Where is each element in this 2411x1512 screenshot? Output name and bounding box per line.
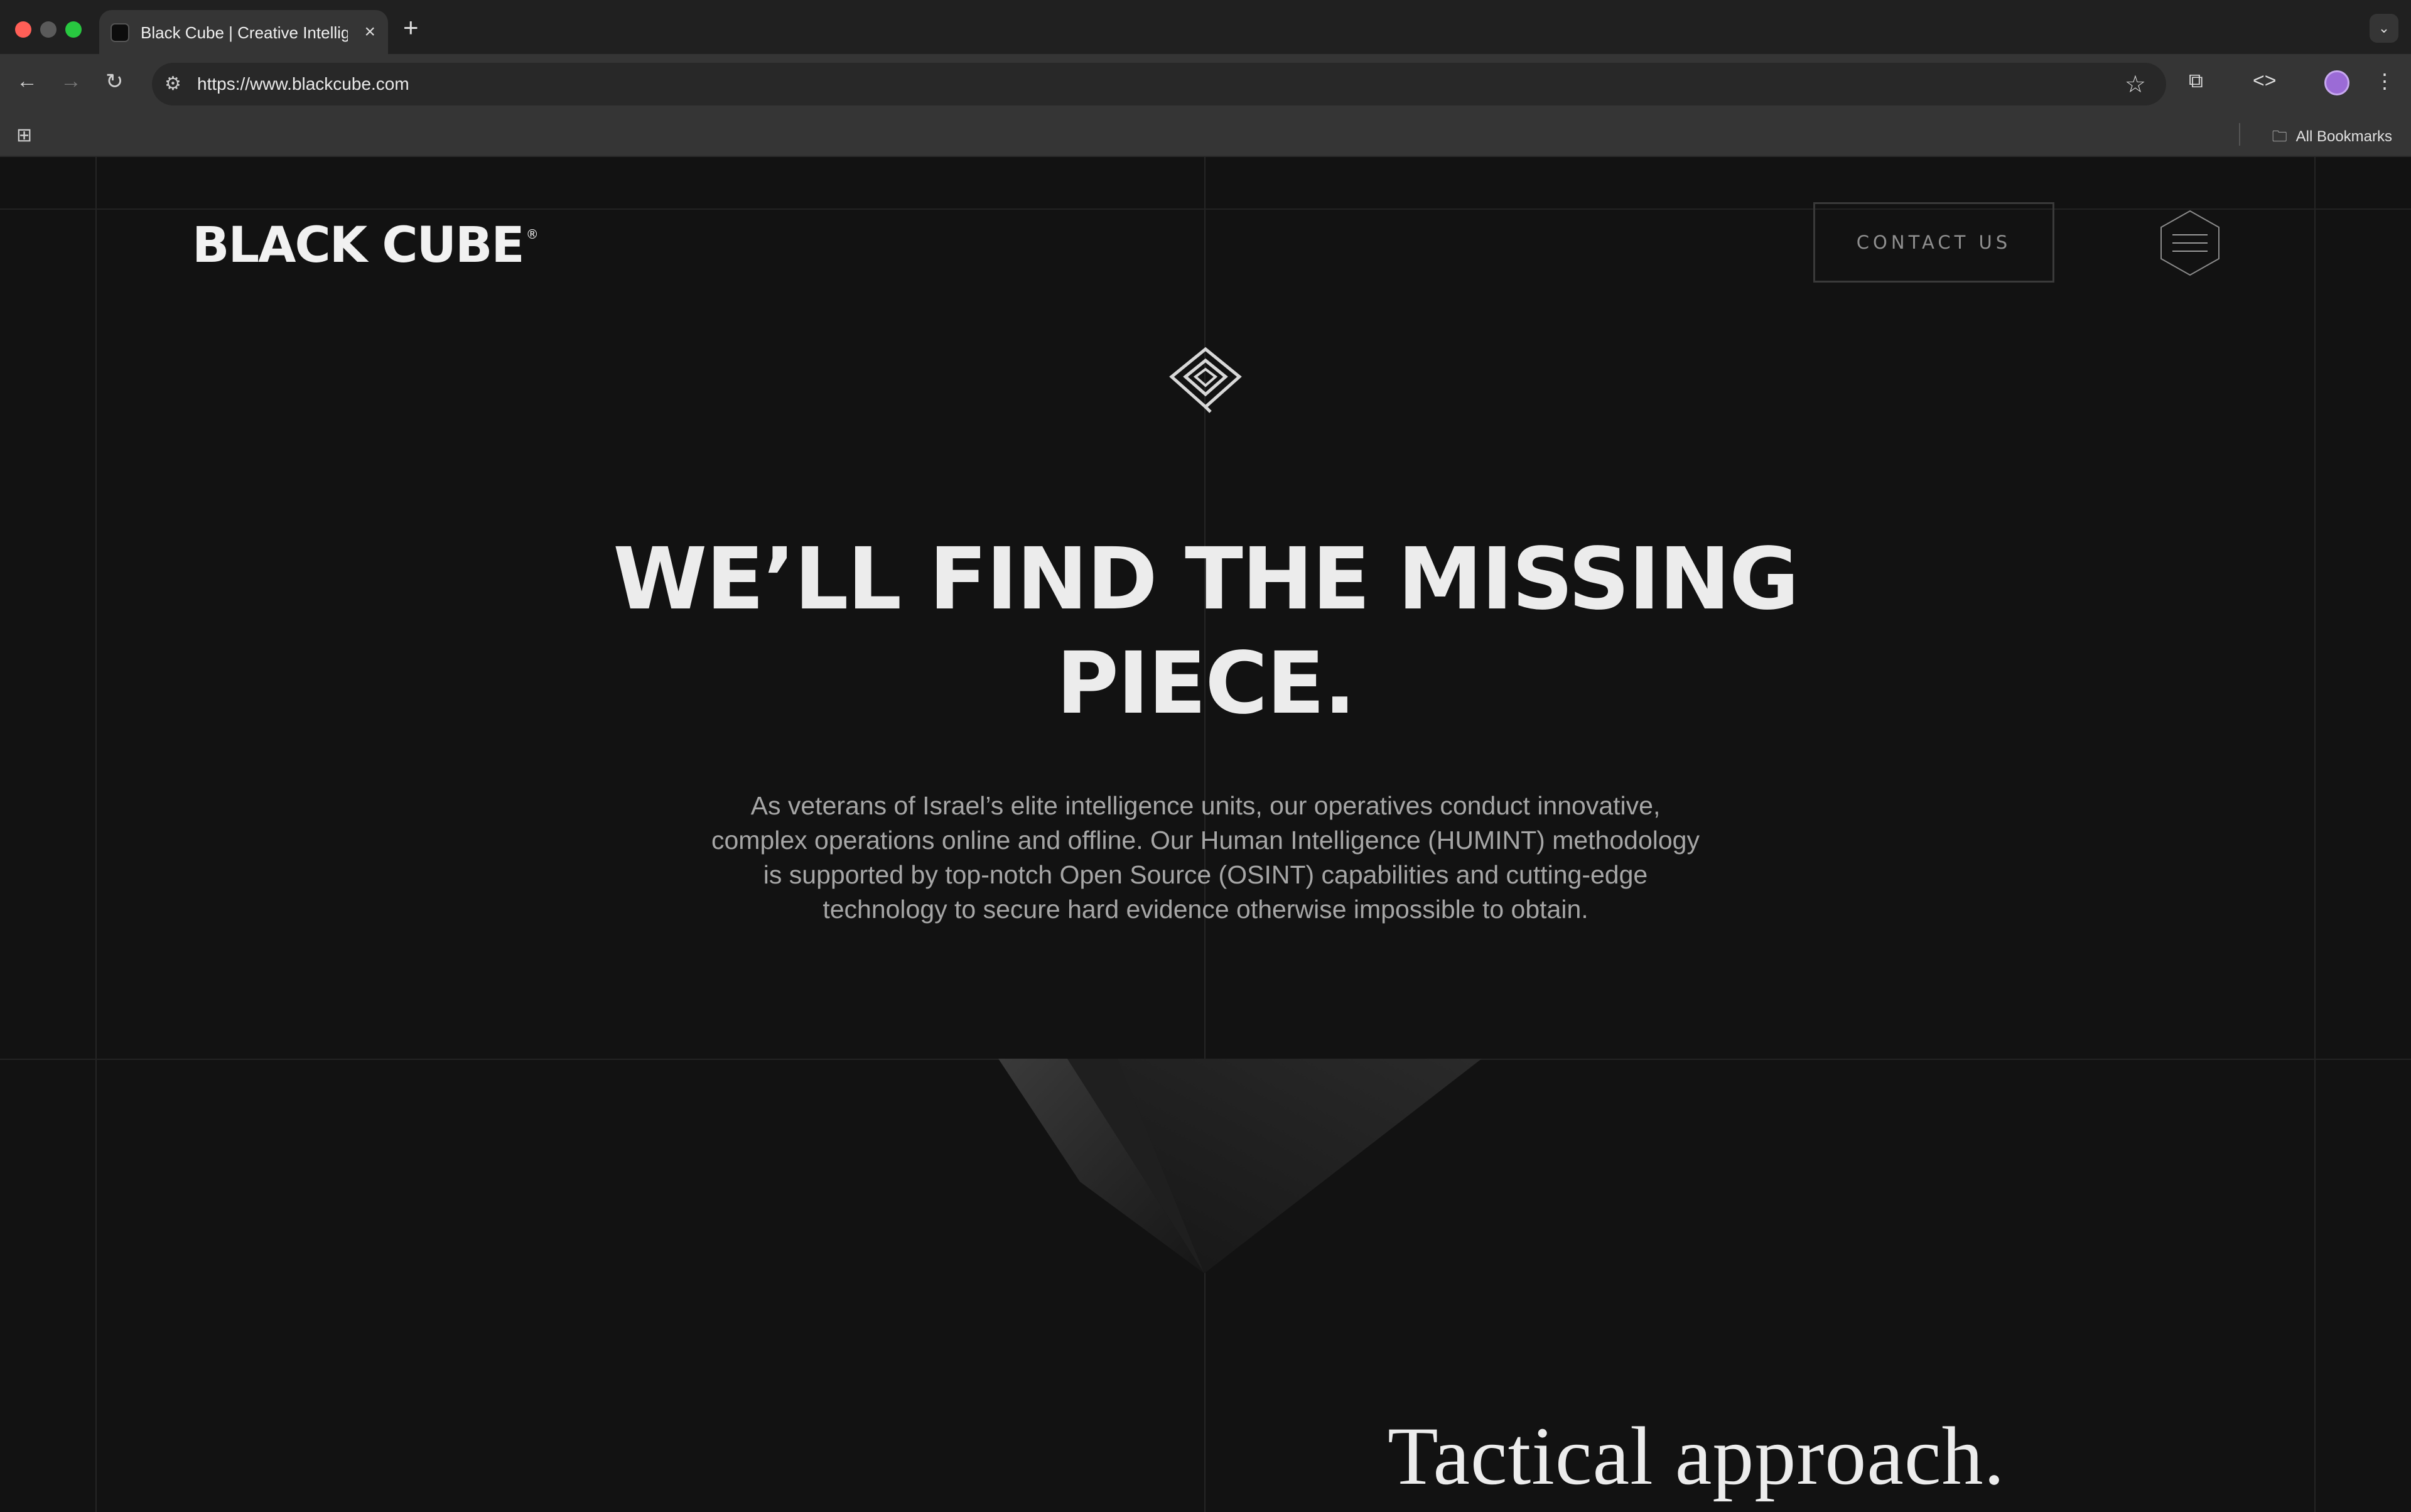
back-icon[interactable]: ←: [16, 69, 38, 94]
tab-title: Black Cube | Creative Intellige: [141, 23, 348, 42]
logo-registered-mark: ®: [526, 227, 539, 242]
browser-toolbar: ← → ↻ ⚙ https://www.blackcube.com ☆ ⧉ <>…: [0, 54, 2411, 114]
new-tab-button[interactable]: +: [403, 13, 419, 43]
apps-grid-icon[interactable]: ⊞: [16, 124, 32, 146]
section-heading: Tactical approach.: [1388, 1410, 2005, 1502]
diamond-logo-icon: [1169, 347, 1242, 413]
browser-tab-strip: Black Cube | Creative Intellige × + ⌄: [0, 0, 2411, 55]
grid-line: [2314, 157, 2316, 1512]
black-cube-logo[interactable]: BLACK CUBE ®: [192, 217, 539, 274]
code-icon[interactable]: <>: [2253, 69, 2276, 92]
bookmarks-bar: ⊞ 🗀 All Bookmarks: [0, 114, 2411, 157]
hexagon-menu-icon[interactable]: [2157, 208, 2223, 278]
contact-us-button[interactable]: CONTACT US: [1813, 202, 2054, 283]
kebab-menu-icon[interactable]: ⋮: [2375, 69, 2395, 93]
all-bookmarks-button[interactable]: 🗀 All Bookmarks: [2272, 126, 2392, 151]
hero-headline: WE’LL FIND THE MISSING PIECE.: [613, 530, 1799, 733]
site-info-icon[interactable]: ⚙: [165, 73, 181, 95]
url-text[interactable]: https://www.blackcube.com: [197, 74, 409, 94]
hero-intro-paragraph: As veterans of Israel’s elite intelligen…: [711, 791, 1700, 924]
extensions-icon[interactable]: ⧉: [2189, 69, 2203, 93]
address-bar[interactable]: ⚙ https://www.blackcube.com ☆: [152, 63, 2166, 105]
folder-icon: 🗀: [2272, 128, 2287, 145]
web-page: BLACK CUBE ® CONTACT US WE’LL FIND THE MI…: [0, 157, 2411, 1512]
reload-icon[interactable]: ↻: [105, 69, 124, 94]
profile-avatar[interactable]: [2324, 70, 2349, 95]
maximize-window-button[interactable]: [65, 21, 82, 38]
browser-tab-active[interactable]: Black Cube | Creative Intellige ×: [99, 10, 388, 55]
logo-text: BLACK CUBE: [192, 217, 525, 274]
minimize-window-button[interactable]: [40, 21, 57, 38]
cube-piece-illustration: [998, 1059, 1482, 1273]
forward-icon[interactable]: →: [60, 69, 82, 94]
bookmarks-divider: [2239, 123, 2240, 146]
tab-close-icon[interactable]: ×: [364, 21, 375, 43]
star-icon[interactable]: ☆: [2125, 70, 2146, 99]
tab-search-button[interactable]: ⌄: [2370, 14, 2398, 43]
favicon-icon: [111, 23, 129, 42]
grid-line: [95, 157, 97, 1512]
close-window-button[interactable]: [15, 21, 31, 38]
all-bookmarks-label: All Bookmarks: [2295, 128, 2392, 145]
